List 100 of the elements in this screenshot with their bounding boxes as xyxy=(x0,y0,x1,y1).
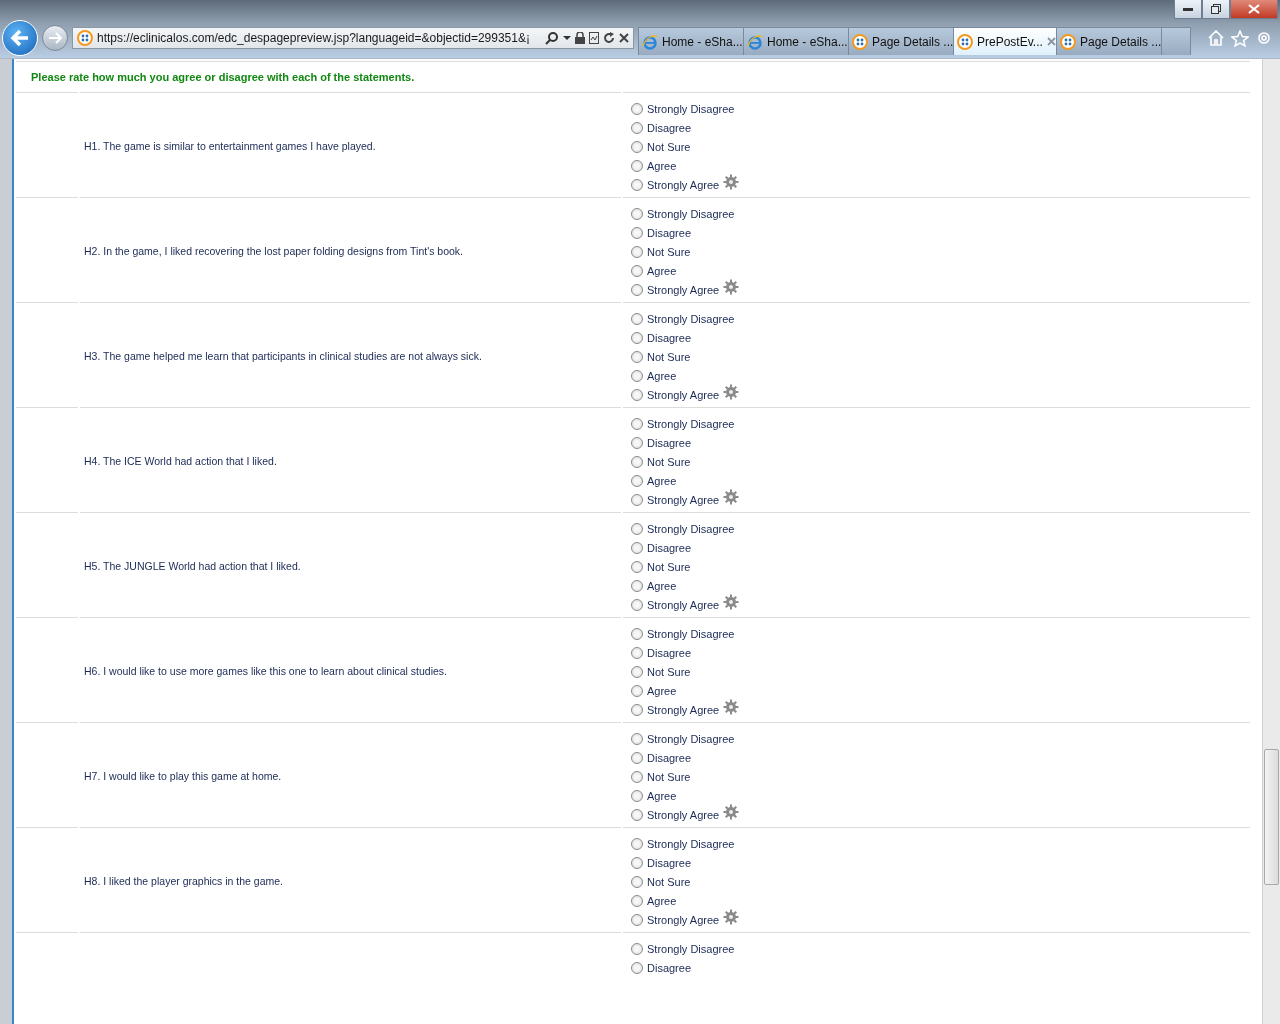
radio-button[interactable] xyxy=(631,627,643,640)
option-label[interactable]: Not Sure xyxy=(647,875,691,888)
option-label[interactable]: Agree xyxy=(647,789,677,802)
browser-tab[interactable]: Page Details ... xyxy=(848,27,954,55)
gear-icon[interactable] xyxy=(723,908,740,925)
radio-button[interactable] xyxy=(631,875,643,888)
option-label[interactable]: Strongly Disagree xyxy=(647,312,735,325)
new-tab-button[interactable] xyxy=(1161,27,1191,55)
stop-icon[interactable] xyxy=(619,33,629,43)
radio-button[interactable] xyxy=(631,770,643,783)
option-label[interactable]: Agree xyxy=(647,159,677,172)
option-label[interactable]: Disagree xyxy=(647,961,692,974)
radio-button[interactable] xyxy=(631,522,643,535)
browser-tab[interactable]: Page Details ... xyxy=(1056,27,1162,55)
radio-button[interactable] xyxy=(631,178,643,191)
radio-button[interactable] xyxy=(631,159,643,172)
radio-button[interactable] xyxy=(631,579,643,592)
option-label[interactable]: Strongly Disagree xyxy=(647,732,735,745)
refresh-icon[interactable] xyxy=(603,32,615,44)
option-label[interactable]: Not Sure xyxy=(647,350,691,363)
radio-button[interactable] xyxy=(631,646,643,659)
scrollbar[interactable] xyxy=(1262,59,1280,1024)
radio-button[interactable] xyxy=(631,312,643,325)
radio-button[interactable] xyxy=(631,283,643,296)
option-label[interactable]: Strongly Agree xyxy=(647,913,720,926)
option-label[interactable]: Disagree xyxy=(647,856,692,869)
browser-tab[interactable]: PrePostEv... xyxy=(953,27,1057,55)
option-label[interactable]: Not Sure xyxy=(647,245,691,258)
radio-button[interactable] xyxy=(631,541,643,554)
option-label[interactable]: Not Sure xyxy=(647,140,691,153)
gear-icon[interactable] xyxy=(723,698,740,715)
radio-button[interactable] xyxy=(631,598,643,611)
radio-button[interactable] xyxy=(631,350,643,363)
option-label[interactable]: Agree xyxy=(647,579,677,592)
radio-button[interactable] xyxy=(631,732,643,745)
radio-button[interactable] xyxy=(631,961,643,974)
option-label[interactable]: Not Sure xyxy=(647,665,691,678)
radio-button[interactable] xyxy=(631,121,643,134)
option-label[interactable]: Strongly Disagree xyxy=(647,942,735,955)
option-label[interactable]: Agree xyxy=(647,264,677,277)
option-label[interactable]: Strongly Disagree xyxy=(647,837,735,850)
close-tab-icon[interactable] xyxy=(1046,37,1056,46)
option-label[interactable]: Disagree xyxy=(647,121,692,134)
radio-button[interactable] xyxy=(631,808,643,821)
option-label[interactable]: Agree xyxy=(647,684,677,697)
scrollbar-thumb[interactable] xyxy=(1264,749,1279,885)
radio-button[interactable] xyxy=(631,493,643,506)
radio-button[interactable] xyxy=(631,388,643,401)
radio-button[interactable] xyxy=(631,913,643,926)
forward-button[interactable] xyxy=(42,25,68,51)
radio-button[interactable] xyxy=(631,264,643,277)
option-label[interactable]: Strongly Disagree xyxy=(647,627,735,640)
radio-button[interactable] xyxy=(631,417,643,430)
radio-button[interactable] xyxy=(631,140,643,153)
option-label[interactable]: Strongly Agree xyxy=(647,283,720,296)
star-icon[interactable] xyxy=(1231,29,1249,47)
gear-icon[interactable] xyxy=(723,593,740,610)
option-label[interactable]: Not Sure xyxy=(647,455,691,468)
option-label[interactable]: Disagree xyxy=(647,331,692,344)
page-icon[interactable] xyxy=(589,32,599,44)
radio-button[interactable] xyxy=(631,245,643,258)
settings-icon[interactable] xyxy=(1255,29,1273,47)
option-label[interactable]: Disagree xyxy=(647,541,692,554)
option-label[interactable]: Disagree xyxy=(647,751,692,764)
option-label[interactable]: Agree xyxy=(647,369,677,382)
option-label[interactable]: Strongly Disagree xyxy=(647,417,735,430)
radio-button[interactable] xyxy=(631,894,643,907)
restore-button[interactable] xyxy=(1202,0,1230,19)
minimize-button[interactable] xyxy=(1174,0,1202,19)
radio-button[interactable] xyxy=(631,703,643,716)
back-button[interactable] xyxy=(2,20,38,56)
option-label[interactable]: Strongly Disagree xyxy=(647,207,735,220)
radio-button[interactable] xyxy=(631,436,643,449)
browser-tab[interactable]: Home - eSha... xyxy=(743,27,849,55)
home-icon[interactable] xyxy=(1207,30,1225,46)
option-label[interactable]: Strongly Agree xyxy=(647,388,720,401)
gear-icon[interactable] xyxy=(723,488,740,505)
option-label[interactable]: Disagree xyxy=(647,646,692,659)
radio-button[interactable] xyxy=(631,856,643,869)
radio-button[interactable] xyxy=(631,455,643,468)
radio-button[interactable] xyxy=(631,665,643,678)
option-label[interactable]: Strongly Agree xyxy=(647,178,720,191)
option-label[interactable]: Agree xyxy=(647,474,677,487)
gear-icon[interactable] xyxy=(723,173,740,190)
close-button[interactable] xyxy=(1230,0,1278,19)
option-label[interactable]: Strongly Disagree xyxy=(647,522,735,535)
caret-icon[interactable] xyxy=(563,35,571,41)
option-label[interactable]: Strongly Agree xyxy=(647,703,720,716)
gear-icon[interactable] xyxy=(723,383,740,400)
option-label[interactable]: Disagree xyxy=(647,436,692,449)
option-label[interactable]: Strongly Disagree xyxy=(647,102,735,115)
option-label[interactable]: Strongly Agree xyxy=(647,808,720,821)
radio-button[interactable] xyxy=(631,560,643,573)
option-label[interactable]: Not Sure xyxy=(647,560,691,573)
option-label[interactable]: Strongly Agree xyxy=(647,598,720,611)
radio-button[interactable] xyxy=(631,684,643,697)
option-label[interactable]: Disagree xyxy=(647,226,692,239)
radio-button[interactable] xyxy=(631,789,643,802)
radio-button[interactable] xyxy=(631,331,643,344)
option-label[interactable]: Strongly Agree xyxy=(647,493,720,506)
